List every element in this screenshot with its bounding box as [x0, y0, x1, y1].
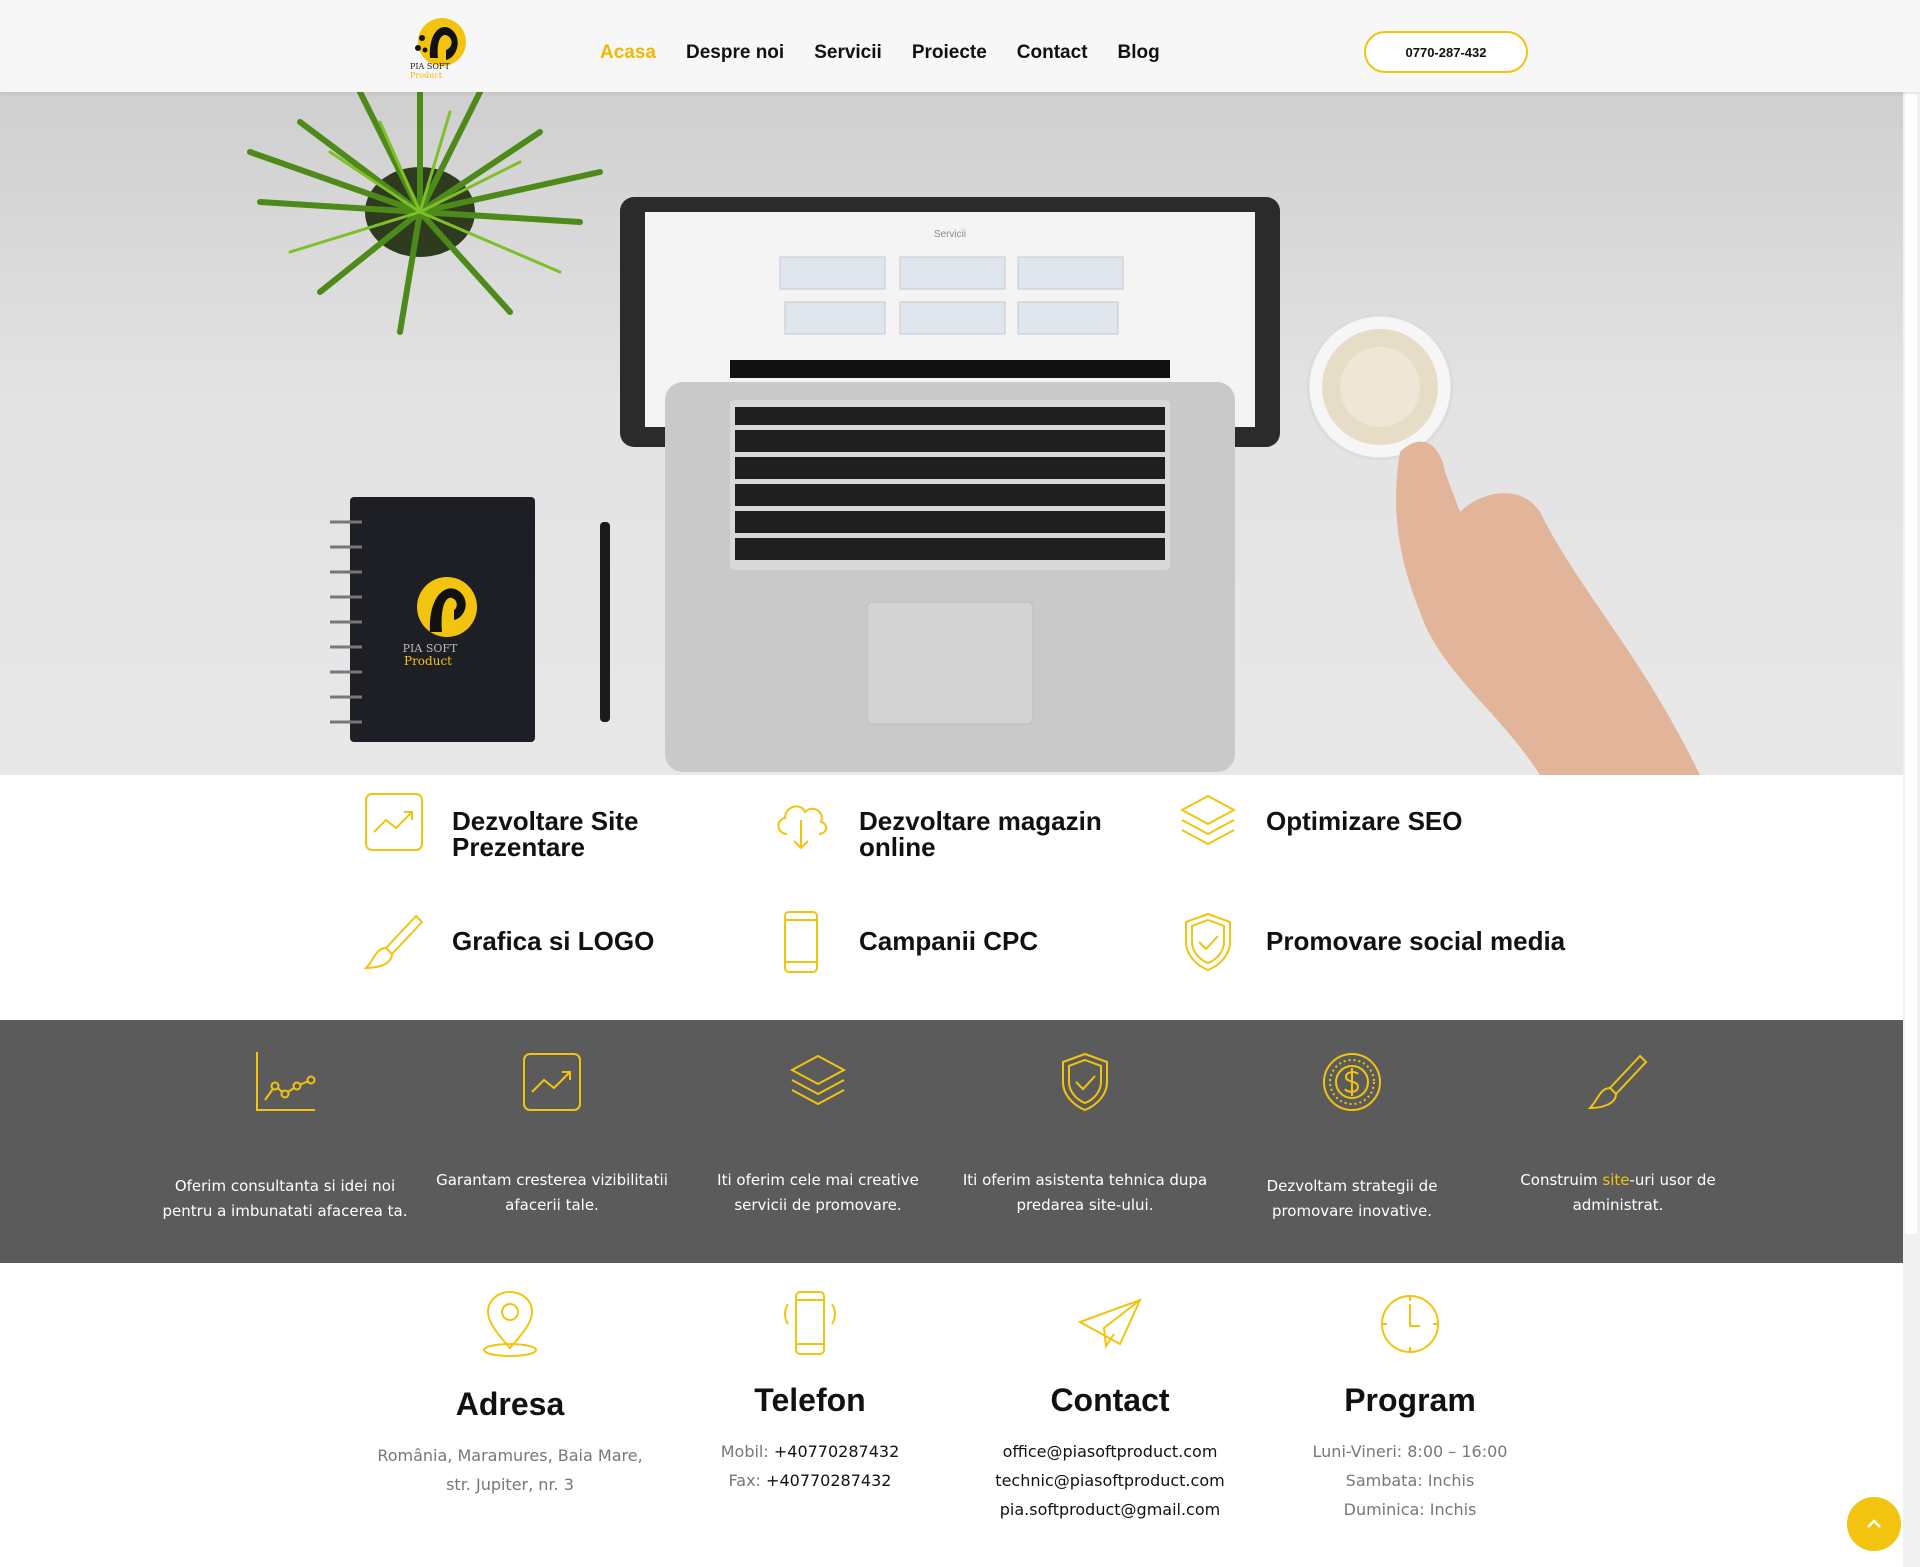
service-title: Promovare social media [1266, 926, 1566, 956]
feature-text: Iti oferim cele mai creative servicii de… [717, 1171, 919, 1214]
map-pin-icon [483, 1290, 537, 1357]
info-title: Program [1344, 1382, 1476, 1418]
paper-plane-icon [1077, 1298, 1142, 1349]
logo-wordmark: PIA SOFT Product [410, 62, 450, 80]
info-title: Adresa [455, 1386, 565, 1422]
layers-icon [789, 1054, 847, 1106]
feature-strategii: Dezvoltam strategii de promovare inovati… [1227, 1050, 1477, 1224]
layers-icon [1179, 794, 1237, 846]
service-card-grafica-logo[interactable]: Grafica si LOGO [362, 910, 742, 990]
nav-proiecte[interactable]: Proiecte [912, 42, 987, 64]
address-line1: România, Maramures, Baia Mare, [377, 1446, 643, 1465]
plant-illustration [247, 92, 603, 335]
back-to-top-button[interactable] [1847, 1497, 1901, 1551]
laptop-illustration: Servicii [620, 197, 1280, 772]
info-contact: Contact office@piasoftproduct.com techni… [960, 1288, 1260, 1524]
clock-icon [1381, 1295, 1439, 1353]
fax-number[interactable]: +40770287432 [766, 1471, 891, 1490]
nav-blog[interactable]: Blog [1118, 42, 1160, 64]
line-chart-icon [256, 1052, 316, 1111]
phone-ringing-icon [784, 1291, 836, 1355]
notebook-illustration: PIA SOFT Product [330, 497, 535, 742]
phone-fax-line: Fax: +40770287432 [728, 1471, 892, 1490]
feature-text: Construim site-uri usor de administrat. [1520, 1171, 1716, 1214]
chevron-up-icon [1867, 1519, 1881, 1528]
phone-mobil-line: Mobil: +40770287432 [720, 1442, 900, 1461]
chart-square-icon [365, 793, 423, 851]
shield-check-icon [1185, 912, 1231, 972]
feature-consultanta: Oferim consultanta si idei noi pentru a … [160, 1050, 410, 1224]
smartphone-icon [784, 911, 818, 973]
program-weekdays: Luni-Vineri: 8:00 – 16:00 [1312, 1442, 1508, 1461]
scrollbar-thumb[interactable] [1905, 94, 1917, 1234]
phone-button[interactable]: 0770-287-432 [1364, 31, 1528, 73]
brush-icon [1587, 1054, 1648, 1110]
feature-creative: Iti oferim cele mai creative servicii de… [693, 1050, 943, 1218]
contact-info-section: Adresa România, Maramures, Baia Mare, st… [0, 1263, 1903, 1567]
program-saturday: Sambata: Inchis [1345, 1471, 1475, 1490]
program-sunday: Duminica: Inchis [1343, 1500, 1477, 1519]
email-office[interactable]: office@piasoftproduct.com [960, 1437, 1260, 1466]
feature-text: Iti oferim asistenta tehnica dupa predar… [962, 1171, 1208, 1214]
chart-square-icon [523, 1053, 581, 1111]
nav-despre-noi[interactable]: Despre noi [686, 42, 784, 64]
main-nav: Acasa Despre noi Servicii Proiecte Conta… [600, 42, 1160, 64]
nav-acasa[interactable]: Acasa [600, 42, 656, 64]
feature-site-uri: Construim site-uri usor de administrat. [1493, 1050, 1743, 1218]
site-link[interactable]: site [1602, 1171, 1629, 1189]
feature-text: Oferim consultanta si idei noi pentru a … [162, 1177, 408, 1220]
service-card-seo[interactable]: Optimizare SEO [1176, 790, 1556, 870]
laptop-screen-title: Servicii [934, 229, 966, 240]
notebook-logo-line2: Product [404, 654, 452, 668]
dollar-coin-icon [1323, 1053, 1381, 1111]
nav-contact[interactable]: Contact [1017, 42, 1088, 64]
service-card-campanii-cpc[interactable]: Campanii CPC [769, 910, 1149, 990]
email-technic[interactable]: technic@piasoftproduct.com [960, 1466, 1260, 1495]
feature-text: Dezvoltam strategii de promovare inovati… [1266, 1177, 1438, 1220]
info-phone: Telefon Mobil: +40770287432 Fax: +407702… [660, 1288, 960, 1495]
feature-vizibilitate: Garantam cresterea vizibilitatii afaceri… [427, 1050, 677, 1218]
email-gmail[interactable]: pia.softproduct@gmail.com [960, 1495, 1260, 1524]
service-title: Dezvoltare magazin online [859, 806, 1102, 862]
address-line2: str. Jupiter, nr. 3 [446, 1475, 574, 1494]
service-card-social-media[interactable]: Promovare social media [1176, 910, 1565, 990]
features-band: Oferim consultanta si idei noi pentru a … [0, 1020, 1903, 1263]
service-card-site-prezentare[interactable]: Dezvoltare Site Prezentare [362, 790, 742, 870]
coffee-cup-illustration [1306, 313, 1454, 461]
info-title: Contact [1050, 1382, 1170, 1418]
feature-text: Garantam cresterea vizibilitatii afaceri… [436, 1171, 668, 1214]
cloud-download-icon [777, 805, 827, 850]
service-title: Grafica si LOGO [452, 926, 655, 956]
mobil-number[interactable]: +40770287432 [774, 1442, 899, 1461]
services-grid: Dezvoltare Site Prezentare Dezvoltare ma… [0, 775, 1903, 1020]
service-title: Dezvoltare Site Prezentare [452, 806, 639, 862]
hero-image: Servicii PIA SOFT Product [0, 92, 1903, 775]
service-card-magazin-online[interactable]: Dezvoltare magazin online [769, 790, 1149, 870]
info-address: Adresa România, Maramures, Baia Mare, st… [360, 1288, 660, 1499]
hand-illustration [1396, 441, 1700, 775]
service-title: Optimizare SEO [1266, 806, 1463, 836]
service-title: Campanii CPC [859, 926, 1039, 956]
site-header: PIA SOFT Product Acasa Despre noi Servic… [0, 0, 1920, 92]
brush-icon [363, 914, 424, 970]
info-title: Telefon [754, 1382, 866, 1418]
pen-illustration [600, 522, 610, 722]
feature-asistenta: Iti oferim asistenta tehnica dupa predar… [960, 1050, 1210, 1218]
shield-check-icon [1062, 1052, 1108, 1112]
nav-servicii[interactable]: Servicii [814, 42, 882, 64]
info-program: Program Luni-Vineri: 8:00 – 16:00 Sambat… [1260, 1288, 1560, 1524]
